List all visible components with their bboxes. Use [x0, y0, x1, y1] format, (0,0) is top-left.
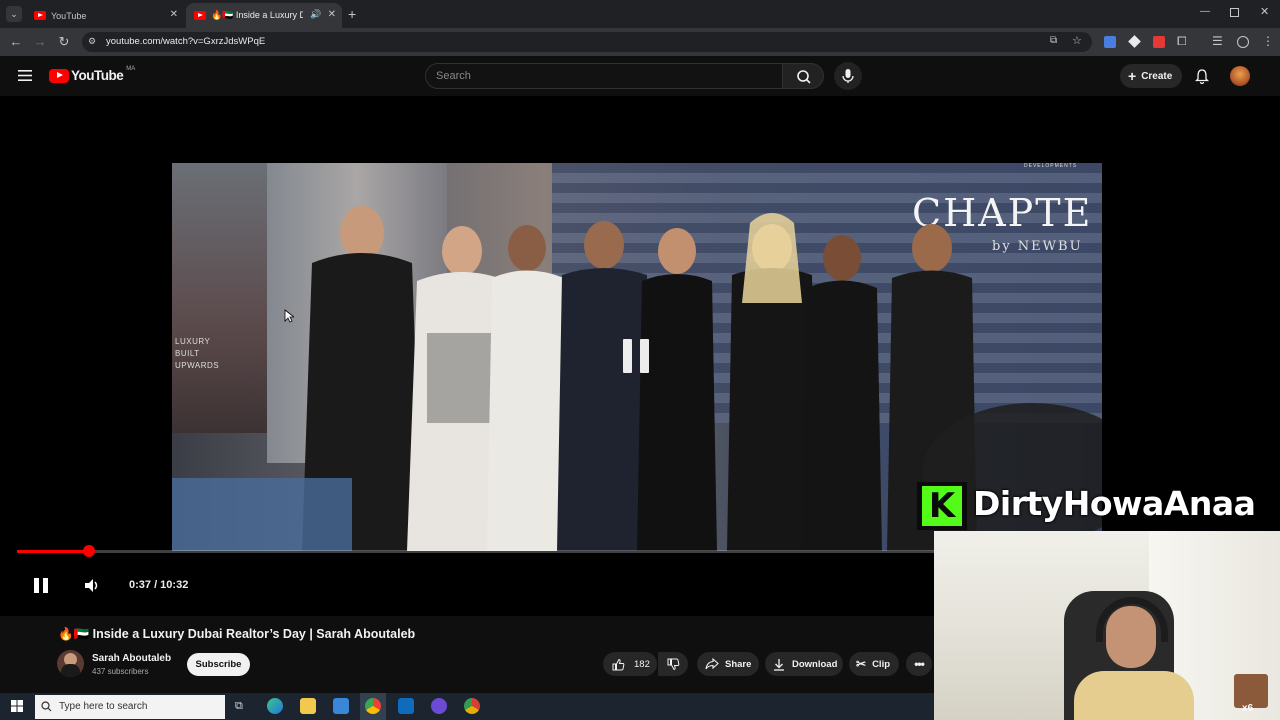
- tab-label: 🔥🇦🇪 Inside a Luxury Dubai: [211, 10, 303, 20]
- small-sticker-text: x6: [1242, 703, 1254, 714]
- youtube-favicon-icon: [34, 11, 46, 20]
- store-icon[interactable]: [333, 698, 349, 714]
- phone-foreground: [172, 478, 352, 551]
- close-tab-icon[interactable]: ✕: [328, 9, 336, 20]
- microphone-icon: [842, 69, 854, 83]
- youtube-logo[interactable]: YouTube MA: [49, 65, 136, 83]
- scissors-icon: ✂: [856, 657, 867, 671]
- kick-badge-letter: K: [928, 486, 956, 526]
- streamer-banner: K DirtyHowaAnaa: [917, 482, 1280, 530]
- create-button[interactable]: + Create: [1120, 64, 1182, 88]
- browser-tab-bar: ⌄ YouTube ✕ 🔥🇦🇪 Inside a Luxury Dubai 🔊 …: [0, 0, 1280, 28]
- volume-icon: [85, 579, 98, 592]
- translate-extension-icon[interactable]: [1104, 36, 1116, 48]
- streamer-name: DirtyHowaAnaa: [973, 484, 1256, 523]
- clip-button[interactable]: ✂ Clip: [849, 652, 899, 676]
- file-explorer-icon[interactable]: [300, 698, 316, 714]
- restore-icon[interactable]: [1230, 8, 1239, 17]
- bookmark-star-icon[interactable]: ☆: [1072, 34, 1082, 47]
- reload-icon[interactable]: ↻: [54, 32, 74, 52]
- close-window-icon[interactable]: ✕: [1260, 5, 1269, 18]
- reading-list-icon[interactable]: ☰: [1212, 34, 1223, 48]
- youtube-favicon-icon: [194, 11, 206, 20]
- hamburger-menu-icon[interactable]: [18, 70, 32, 81]
- plus-icon: +: [1128, 68, 1137, 84]
- webcam-feed: x6: [934, 531, 1280, 720]
- center-pause-icon[interactable]: [621, 337, 653, 377]
- time-display: 0:37 / 10:32: [129, 579, 189, 591]
- streamer-face: [1106, 606, 1156, 668]
- address-bar[interactable]: ⚙ youtube.com/watch?v=GxrzJdsWPqE ⧉ ☆: [82, 32, 1092, 52]
- search-input[interactable]: Search: [425, 63, 783, 89]
- thumbs-down-icon: [667, 658, 679, 670]
- cast-icon[interactable]: ⧉: [1050, 35, 1057, 46]
- streamer-shirt: [1074, 671, 1194, 720]
- chrome-alt-icon[interactable]: [464, 698, 480, 714]
- url-text: youtube.com/watch?v=GxrzJdsWPqE: [106, 36, 266, 47]
- extensions-puzzle-icon[interactable]: ⧠: [1177, 34, 1187, 49]
- profile-icon[interactable]: [1237, 36, 1249, 48]
- windows-start-icon[interactable]: [11, 700, 23, 712]
- subscribe-button[interactable]: Subscribe: [187, 653, 250, 676]
- thumbs-up-icon: [612, 658, 625, 670]
- browser-menu-icon[interactable]: ⋮: [1262, 34, 1274, 48]
- edge-browser-icon[interactable]: [267, 698, 283, 714]
- tab-label: YouTube: [51, 10, 87, 21]
- download-button[interactable]: Download: [765, 652, 843, 676]
- back-icon[interactable]: ←: [6, 32, 26, 52]
- close-tab-icon[interactable]: ✕: [170, 9, 178, 20]
- forward-icon[interactable]: →: [30, 32, 50, 52]
- minimize-icon[interactable]: —: [1200, 6, 1210, 17]
- task-view-icon[interactable]: ⧉: [235, 700, 243, 713]
- obs-studio-icon[interactable]: [431, 698, 447, 714]
- speaker-icon[interactable]: 🔊: [310, 9, 321, 20]
- tab-video[interactable]: 🔥🇦🇪 Inside a Luxury Dubai 🔊 ✕: [186, 3, 342, 28]
- channel-avatar[interactable]: [57, 650, 84, 677]
- pause-button[interactable]: [33, 577, 49, 594]
- tab-search-chevron-icon[interactable]: ⌄: [6, 6, 22, 22]
- share-icon: [705, 658, 719, 670]
- outlook-icon[interactable]: [398, 698, 414, 714]
- person-silhouettes: [302, 206, 977, 551]
- youtube-logo-text: YouTube: [71, 68, 124, 83]
- taskbar-search-input[interactable]: Type here to search: [35, 695, 225, 719]
- voice-search-button[interactable]: [834, 62, 862, 90]
- new-tab-button[interactable]: +: [348, 6, 356, 22]
- more-horizontal-icon: •••: [914, 657, 925, 671]
- taskbar-search-icon: [41, 701, 52, 712]
- like-count: 182: [634, 658, 650, 670]
- tab-youtube[interactable]: YouTube ✕: [26, 3, 184, 28]
- clip-label: Clip: [872, 658, 891, 670]
- video-title: 🔥🇦🇪 Inside a Luxury Dubai Realtor’s Day …: [58, 627, 416, 641]
- search-icon: [797, 70, 811, 84]
- mouse-cursor-icon: [284, 309, 294, 323]
- share-button[interactable]: Share: [697, 652, 759, 676]
- account-avatar[interactable]: [1230, 66, 1250, 86]
- notifications-bell-icon[interactable]: [1195, 69, 1209, 84]
- download-icon: [774, 658, 784, 671]
- progress-scrubber[interactable]: [83, 545, 95, 557]
- subscriber-count: 437 subscribers: [92, 667, 149, 676]
- pause-icon: [34, 578, 48, 593]
- like-button[interactable]: 182: [603, 652, 657, 676]
- channel-name[interactable]: Sarah Aboutaleb: [92, 653, 171, 664]
- more-actions-button[interactable]: •••: [906, 652, 932, 676]
- chrome-icon[interactable]: [365, 698, 381, 714]
- share-label: Share: [725, 658, 752, 670]
- progress-played: [17, 550, 89, 553]
- volume-button[interactable]: [84, 578, 101, 593]
- extension-red-icon[interactable]: [1153, 36, 1165, 48]
- kick-logo-icon: K: [917, 482, 967, 530]
- download-label: Download: [792, 658, 838, 670]
- youtube-play-logo-icon: [49, 68, 69, 83]
- site-info-icon[interactable]: ⚙: [88, 36, 96, 47]
- dislike-button[interactable]: [658, 652, 688, 676]
- country-code: MA: [126, 65, 136, 72]
- search-button[interactable]: [782, 63, 824, 89]
- create-label: Create: [1141, 70, 1173, 82]
